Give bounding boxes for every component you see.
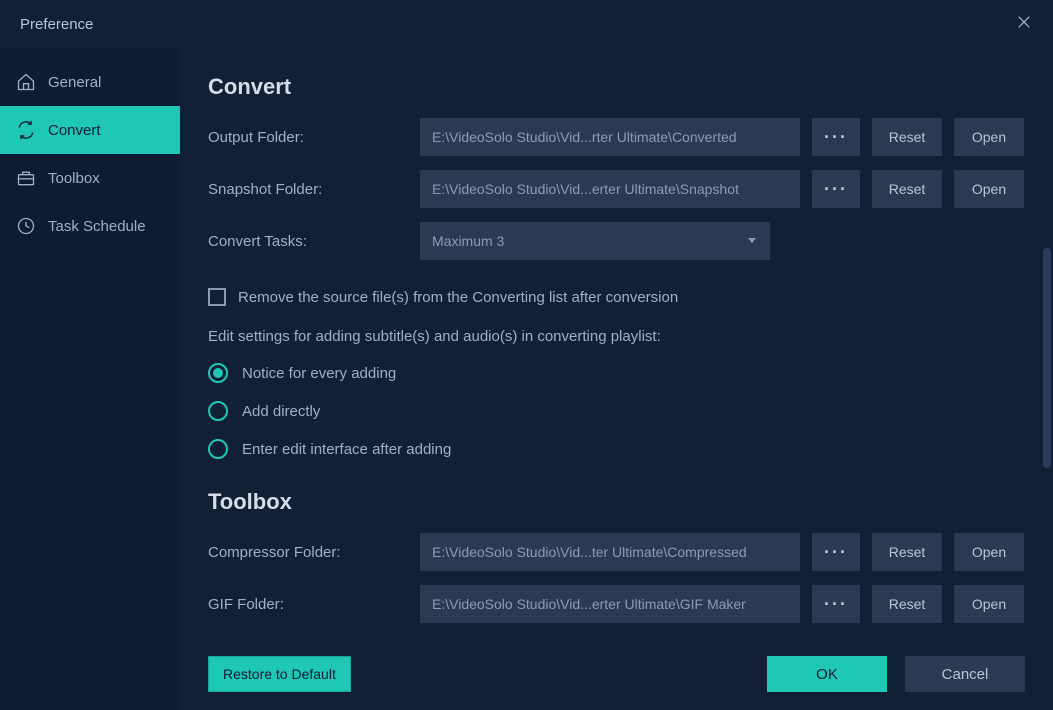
radio-button[interactable] [208, 363, 228, 383]
snapshot-folder-open-button[interactable]: Open [954, 170, 1024, 208]
radio-enter-edit-interface[interactable]: Enter edit interface after adding [208, 439, 1025, 459]
output-folder-browse-button[interactable]: ··· [812, 118, 860, 156]
compressor-folder-row: Compressor Folder: E:\VideoSolo Studio\V… [208, 533, 1025, 571]
clock-icon [16, 216, 36, 236]
ok-button[interactable]: OK [767, 656, 887, 692]
content-wrap: Convert Output Folder: E:\VideoSolo Stud… [180, 48, 1053, 710]
output-folder-open-button[interactable]: Open [954, 118, 1024, 156]
output-folder-row: Output Folder: E:\VideoSolo Studio\Vid..… [208, 118, 1025, 156]
snapshot-folder-browse-button[interactable]: ··· [812, 170, 860, 208]
radio-label: Add directly [242, 403, 320, 420]
cancel-button[interactable]: Cancel [905, 656, 1025, 692]
convert-tasks-dropdown[interactable]: Maximum 3 [420, 222, 770, 260]
gif-folder-label: GIF Folder: [208, 596, 408, 613]
sidebar-item-general[interactable]: General [0, 58, 180, 106]
gif-folder-open-button[interactable]: Open [954, 585, 1024, 623]
output-folder-label: Output Folder: [208, 129, 408, 146]
compressor-folder-browse-button[interactable]: ··· [812, 533, 860, 571]
sidebar-item-task-schedule[interactable]: Task Schedule [0, 202, 180, 250]
titlebar: Preference [0, 0, 1053, 48]
radio-add-directly[interactable]: Add directly [208, 401, 1025, 421]
footer: Restore to Default OK Cancel [180, 650, 1053, 710]
output-folder-path[interactable]: E:\VideoSolo Studio\Vid...rter Ultimate\… [420, 118, 800, 156]
output-folder-reset-button[interactable]: Reset [872, 118, 942, 156]
compressor-folder-reset-button[interactable]: Reset [872, 533, 942, 571]
edit-settings-help: Edit settings for adding subtitle(s) and… [208, 328, 1025, 345]
gif-folder-row: GIF Folder: E:\VideoSolo Studio\Vid...er… [208, 585, 1025, 623]
snapshot-folder-row: Snapshot Folder: E:\VideoSolo Studio\Vid… [208, 170, 1025, 208]
radio-label: Enter edit interface after adding [242, 441, 451, 458]
sidebar-item-label: Convert [48, 122, 101, 139]
snapshot-folder-path[interactable]: E:\VideoSolo Studio\Vid...erter Ultimate… [420, 170, 800, 208]
section-heading-convert: Convert [208, 74, 1025, 100]
sidebar: General Convert Toolbox Task Schedule [0, 48, 180, 710]
snapshot-folder-label: Snapshot Folder: [208, 181, 408, 198]
scrollbar[interactable] [1043, 248, 1051, 468]
convert-tasks-label: Convert Tasks: [208, 233, 408, 250]
radio-button[interactable] [208, 439, 228, 459]
window-title: Preference [20, 16, 93, 33]
preference-window: Preference General Convert [0, 0, 1053, 710]
sidebar-item-toolbox[interactable]: Toolbox [0, 154, 180, 202]
gif-folder-reset-button[interactable]: Reset [872, 585, 942, 623]
gif-folder-browse-button[interactable]: ··· [812, 585, 860, 623]
sidebar-item-convert[interactable]: Convert [0, 106, 180, 154]
chevron-down-icon [746, 233, 758, 249]
remove-source-label: Remove the source file(s) from the Conve… [238, 289, 678, 306]
convert-tasks-row: Convert Tasks: Maximum 3 [208, 222, 1025, 260]
toolbox-icon [16, 168, 36, 188]
sidebar-item-label: General [48, 74, 101, 91]
close-icon[interactable] [1015, 13, 1033, 36]
gif-folder-path[interactable]: E:\VideoSolo Studio\Vid...erter Ultimate… [420, 585, 800, 623]
restore-default-button[interactable]: Restore to Default [208, 656, 351, 692]
convert-icon [16, 120, 36, 140]
sidebar-item-label: Toolbox [48, 170, 100, 187]
compressor-folder-open-button[interactable]: Open [954, 533, 1024, 571]
section-heading-toolbox: Toolbox [208, 489, 1025, 515]
convert-tasks-value: Maximum 3 [432, 233, 504, 249]
snapshot-folder-reset-button[interactable]: Reset [872, 170, 942, 208]
radio-notice-every-adding[interactable]: Notice for every adding [208, 363, 1025, 383]
compressor-folder-path[interactable]: E:\VideoSolo Studio\Vid...ter Ultimate\C… [420, 533, 800, 571]
compressor-folder-label: Compressor Folder: [208, 544, 408, 561]
remove-source-checkbox[interactable] [208, 288, 226, 306]
content: Convert Output Folder: E:\VideoSolo Stud… [180, 48, 1053, 710]
body: General Convert Toolbox Task Schedule [0, 48, 1053, 710]
footer-right: OK Cancel [767, 656, 1025, 692]
sidebar-item-label: Task Schedule [48, 218, 146, 235]
remove-source-row[interactable]: Remove the source file(s) from the Conve… [208, 288, 1025, 306]
radio-button[interactable] [208, 401, 228, 421]
home-icon [16, 72, 36, 92]
radio-label: Notice for every adding [242, 365, 396, 382]
